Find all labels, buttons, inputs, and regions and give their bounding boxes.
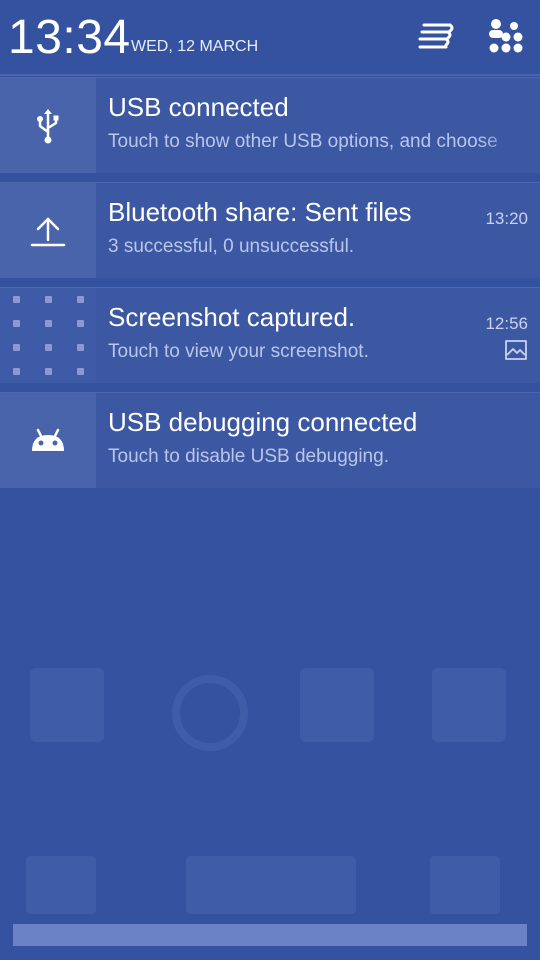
background-app-icon xyxy=(432,668,506,742)
shade-drag-handle[interactable] xyxy=(13,924,527,946)
notification-icon-tile xyxy=(0,288,96,383)
background-app-icon xyxy=(30,668,104,742)
notification-text: Touch to disable USB debugging. xyxy=(108,446,389,467)
background-dock xyxy=(0,850,540,920)
notification-usb-debugging[interactable]: USB debugging connected Touch to disable… xyxy=(0,392,540,488)
notification-icon-tile xyxy=(0,183,96,278)
notification-time: 13:20 xyxy=(485,209,528,228)
notification-text: Touch to view your screenshot. xyxy=(108,341,369,362)
notification-title: USB connected xyxy=(108,92,289,122)
notification-usb-connected[interactable]: USB connected Touch to show other USB op… xyxy=(0,77,540,173)
notification-time: 12:56 xyxy=(485,314,528,333)
image-icon xyxy=(505,340,527,360)
screenshot-thumbnail xyxy=(0,288,96,383)
accounts-button[interactable] xyxy=(482,14,526,58)
usb-icon xyxy=(37,108,59,143)
notification-screenshot-captured[interactable]: Screenshot captured. Touch to view your … xyxy=(0,287,540,383)
quick-settings-button[interactable] xyxy=(414,14,458,58)
notification-icon-tile xyxy=(0,393,96,488)
notification-bluetooth-share[interactable]: Bluetooth share: Sent files 3 successful… xyxy=(0,182,540,278)
upload-icon xyxy=(30,217,66,246)
header-divider xyxy=(0,74,540,76)
notification-icon-tile xyxy=(0,78,96,173)
date: WED, 12 MARCH xyxy=(131,38,259,55)
notification-text: 3 successful, 0 unsuccessful. xyxy=(108,236,355,257)
notification-text: Touch to show other USB options, and cho… xyxy=(108,131,498,152)
users-grid-icon xyxy=(489,19,523,53)
quick-settings-icon xyxy=(418,23,454,49)
notification-title: Screenshot captured. xyxy=(108,302,356,332)
notification-title: USB debugging connected xyxy=(108,407,418,437)
notification-header: 13:34 WED, 12 MARCH xyxy=(0,0,540,74)
android-icon xyxy=(32,428,64,451)
clock: 13:34 xyxy=(8,11,131,64)
background-app-icon xyxy=(300,668,374,742)
notification-title: Bluetooth share: Sent files xyxy=(108,197,412,227)
background-app-icon xyxy=(172,675,248,751)
